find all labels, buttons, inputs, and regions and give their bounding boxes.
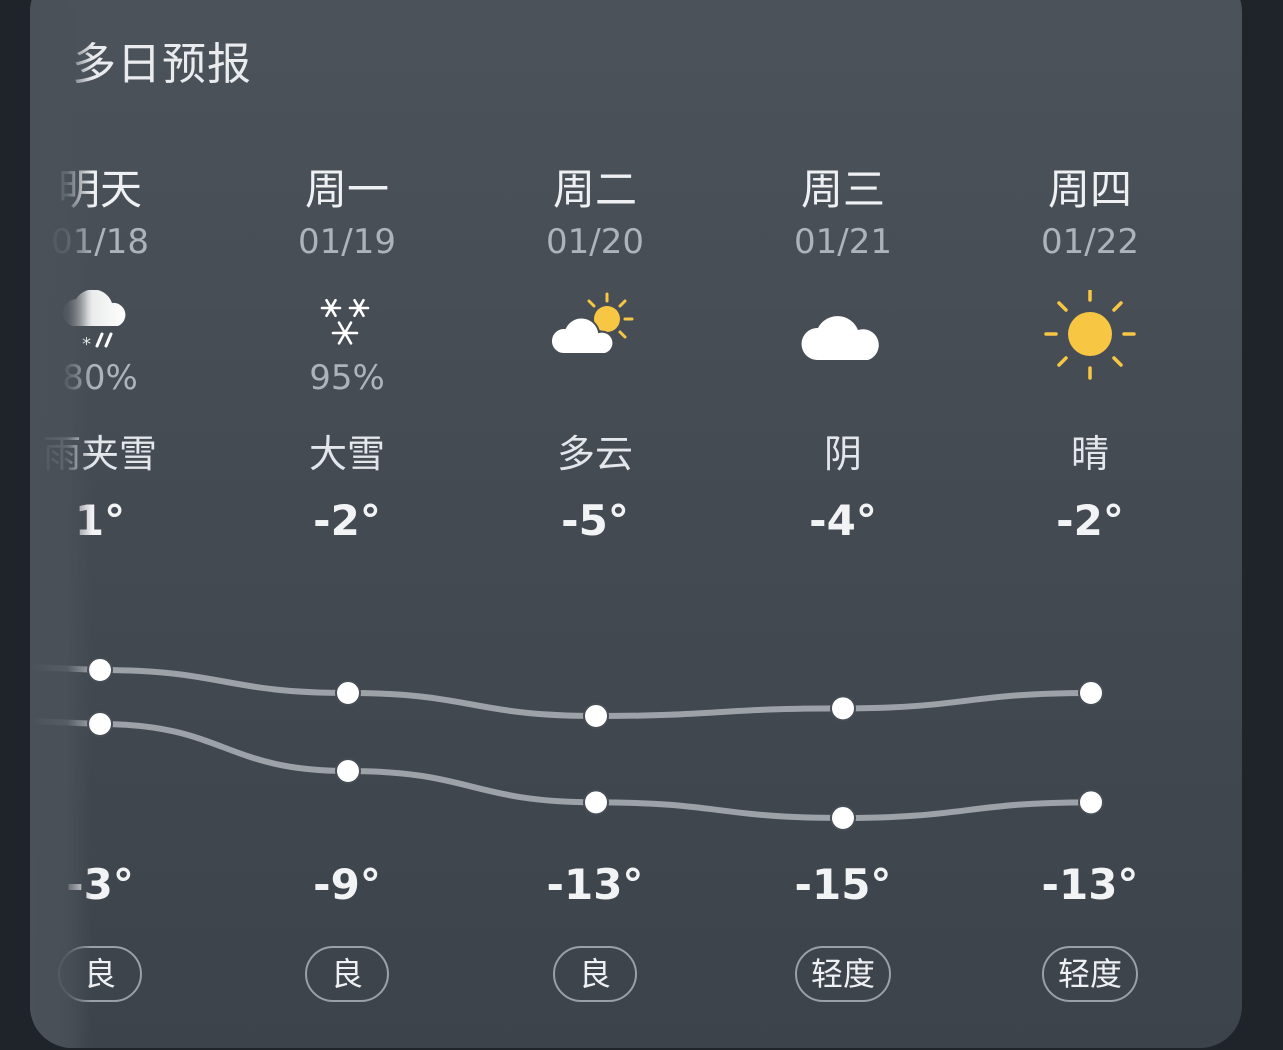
day-name: 周一 xyxy=(304,165,389,214)
air-quality-badge[interactable]: 良 xyxy=(305,946,389,1002)
day-column-thursday[interactable]: 周四 01/22 晴 -2° -13° 轻度 xyxy=(980,0,1200,1048)
high-temperature: -2° xyxy=(1056,496,1124,545)
air-quality-badge[interactable]: 轻度 xyxy=(794,946,892,1002)
day-date: 01/20 xyxy=(546,222,644,262)
partly-cloudy-icon xyxy=(545,290,645,380)
day-name: 周三 xyxy=(800,165,885,214)
weather-condition: 大雪 xyxy=(308,432,385,476)
multi-day-forecast-card: 多日预报 明天 01/18 * 80% 雨夹雪 1° -3° xyxy=(30,0,1242,1048)
high-temperature: -2° xyxy=(313,496,381,545)
overcast-icon xyxy=(793,290,893,380)
low-temperature: -9° xyxy=(313,860,381,909)
high-temperature: -5° xyxy=(561,496,629,545)
weather-condition: 晴 xyxy=(1070,432,1109,476)
day-column-wednesday[interactable]: 周三 01/21 阴 -4° -15° 轻度 xyxy=(733,0,953,1048)
day-column-monday[interactable]: 周一 01/19 95% 大雪 -2° -9° 良 xyxy=(237,0,457,1048)
left-edge-fade xyxy=(30,0,92,1048)
air-quality-badge[interactable]: 良 xyxy=(553,946,637,1002)
day-date: 01/21 xyxy=(794,222,892,262)
day-name: 周四 xyxy=(1047,165,1132,214)
low-temperature: -13° xyxy=(546,860,644,909)
sunny-icon xyxy=(1040,288,1140,380)
day-name: 周二 xyxy=(552,165,637,214)
low-temperature: -13° xyxy=(1041,860,1139,909)
weather-condition: 多云 xyxy=(556,432,633,476)
air-quality-badge[interactable]: 轻度 xyxy=(1041,946,1139,1002)
day-date: 01/19 xyxy=(298,222,396,262)
day-column-tuesday[interactable]: 周二 01/20 多云 -5° -13° 良 xyxy=(485,0,705,1048)
weather-condition: 阴 xyxy=(823,432,862,476)
low-temperature: -15° xyxy=(794,860,892,909)
day-date: 01/22 xyxy=(1041,222,1139,262)
precipitation-chance: 95% xyxy=(309,358,385,398)
high-temperature: -4° xyxy=(809,496,877,545)
